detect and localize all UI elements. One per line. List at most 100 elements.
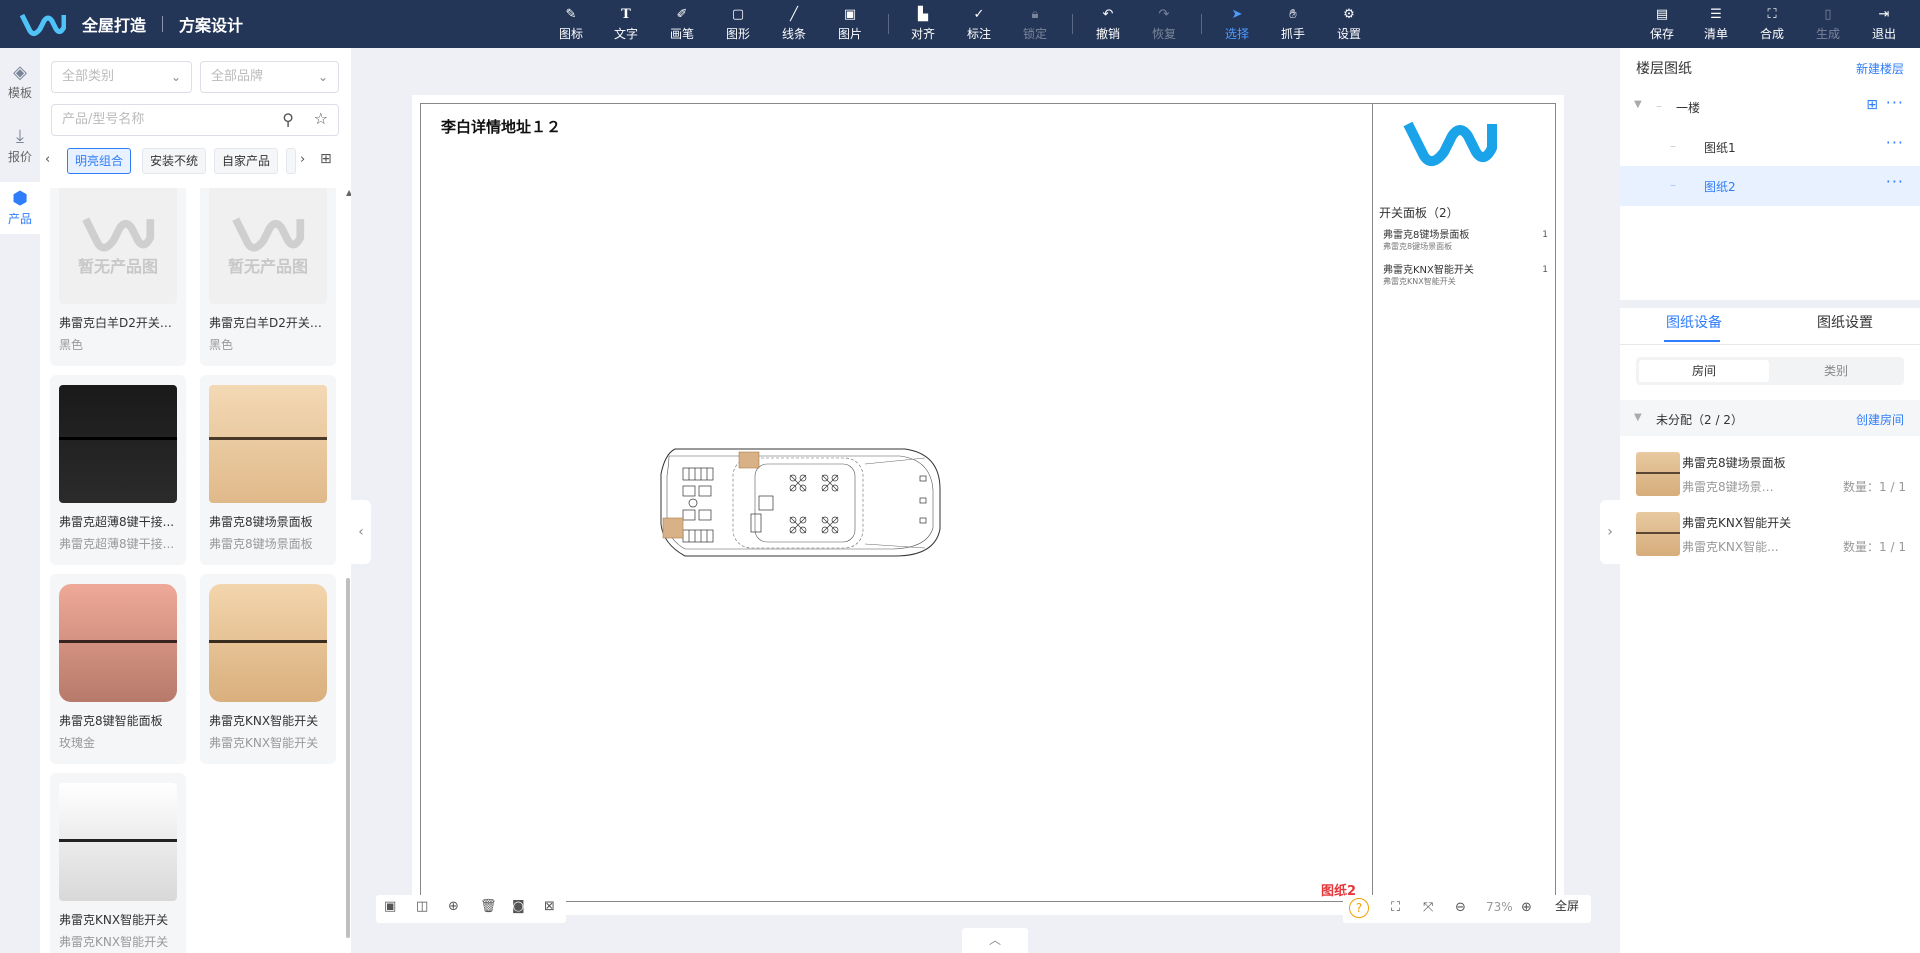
chevron-down-icon: ⌄	[170, 70, 181, 84]
tool-label: 标注	[966, 27, 991, 41]
device-sub: 弗雷克KNX智能...	[1682, 540, 1779, 554]
collapse-right-button[interactable]: ›	[1600, 500, 1620, 564]
product-card[interactable]: 弗雷克超薄8键干接... 弗雷克超薄8键干接...	[50, 375, 186, 565]
tool-shape[interactable]: ▢ 图形	[717, 5, 759, 42]
expand-bottom-button[interactable]: ︿	[962, 928, 1028, 953]
tool-select[interactable]: ➤ 选择	[1216, 5, 1258, 42]
placed-device-marker	[662, 517, 684, 539]
tool-pen[interactable]: ✐ 画笔	[661, 5, 703, 42]
tab-drawing-devices[interactable]: 图纸设备	[1666, 312, 1722, 332]
brand-select[interactable]: 全部品牌 ⌄	[200, 61, 339, 93]
star-icon[interactable]: ☆	[314, 109, 328, 128]
search-icon[interactable]: ⚲	[282, 110, 294, 129]
tool-align[interactable]: ▙ 对齐	[902, 5, 944, 42]
device-item[interactable]: 弗雷克KNX智能开关 弗雷克KNX智能... 数量：1 / 1	[1636, 512, 1906, 562]
segment-room[interactable]: 房间	[1639, 360, 1769, 382]
tool-label: 图片	[837, 27, 862, 41]
tool-redo[interactable]: ↷ 恢复	[1143, 5, 1185, 42]
new-floor-button[interactable]: 新建楼层	[1856, 60, 1904, 77]
product-card[interactable]: 暂无产品图 弗雷克白羊D2开关分... 黑色	[50, 188, 186, 366]
tool-image[interactable]: ▣ 图片	[829, 5, 871, 42]
help-icon[interactable]: ?	[1349, 898, 1369, 918]
tool-line[interactable]: ╱ 线条	[773, 5, 815, 42]
collapse-left-button[interactable]: ‹	[351, 500, 371, 564]
search-input[interactable]: 产品/型号名称 ⚲ ☆	[51, 104, 339, 136]
tree-line-icon: –	[1670, 178, 1676, 192]
lock-icon: 🔒︎	[1031, 7, 1039, 22]
chevron-right-icon[interactable]: ›	[300, 152, 305, 167]
bring-front-icon[interactable]: ▣	[384, 899, 396, 914]
canvas-area[interactable]: ‹ 李白详情地址１２ 开关面板（2） 弗雷克8键场景面板 弗雷克8键场景面板 1…	[351, 48, 1620, 953]
fit-icon[interactable]: ⛶	[1391, 900, 1400, 915]
product-panel: 全部类别 ⌄ 全部品牌 ⌄ 产品/型号名称 ⚲ ☆ ‹ 明亮组合 安装不统 自家产品…	[40, 48, 352, 953]
zoom-in-icon[interactable]: ⊕	[1521, 900, 1532, 915]
ungroup-icon[interactable]: ⊠	[544, 899, 555, 914]
grid-icon[interactable]: ⊞	[320, 151, 332, 167]
product-card[interactable]: 暂无产品图 弗雷克白羊D2开关分... 黑色	[200, 188, 336, 366]
floor-item[interactable]: ▼ – 一楼 ⊞ ···	[1620, 89, 1920, 125]
tag-chip[interactable]	[286, 148, 296, 174]
tool-text[interactable]: T 文字	[605, 5, 647, 42]
tool-icon[interactable]: ✎ 图标	[550, 5, 592, 42]
scrollbar-thumb[interactable]	[346, 578, 350, 938]
fullscreen-button[interactable]: 全屏	[1555, 897, 1579, 914]
chevron-left-icon[interactable]: ‹	[45, 152, 50, 167]
list-button[interactable]: ☰ 清单	[1695, 5, 1737, 42]
duplicate-icon[interactable]: ⊕	[448, 899, 459, 914]
tool-undo[interactable]: ↶ 撤销	[1087, 5, 1129, 42]
exit-button[interactable]: ⇥ 退出	[1863, 5, 1905, 42]
save-button[interactable]: ▤ 保存	[1641, 5, 1683, 42]
left-nav: ◈ 模板 ⤓ 报价 ⬢ 产品	[0, 48, 40, 953]
more-icon[interactable]: ···	[1886, 93, 1904, 112]
caret-down-icon[interactable]: ▼	[1634, 99, 1642, 110]
zoom-level: 73%	[1486, 900, 1513, 914]
product-image	[209, 385, 327, 503]
product-card[interactable]: 弗雷克8键场景面板 弗雷克8键场景面板	[200, 375, 336, 565]
floor-plan-drawing[interactable]	[655, 444, 945, 564]
caret-down-icon[interactable]: ▼	[1634, 412, 1642, 423]
send-back-icon[interactable]: ◫	[416, 899, 428, 914]
tag-chip[interactable]: 自家产品	[214, 148, 279, 174]
summary-item-qty: 1	[1542, 265, 1548, 275]
group-by-toggle: 房间 类别	[1636, 357, 1904, 385]
floor-item[interactable]: – 图纸1 ···	[1620, 129, 1920, 165]
more-icon[interactable]: ···	[1886, 133, 1904, 152]
brand-placeholder: 全部品牌	[211, 69, 264, 84]
drawing-sheet[interactable]: 李白详情地址１２ 开关面板（2） 弗雷克8键场景面板 弗雷克8键场景面板 1 弗…	[412, 95, 1564, 915]
nav-template[interactable]: ◈ 模板	[0, 56, 40, 108]
align-icon: ▙	[918, 7, 928, 22]
group-icon[interactable]: ◙	[512, 899, 525, 914]
unassigned-group[interactable]: ▼ 未分配（2 / 2） 创建房间	[1620, 400, 1920, 436]
device-item[interactable]: 弗雷克8键场景面板 弗雷克8键场景面... 数量：1 / 1	[1636, 452, 1906, 502]
product-name: 弗雷克白羊D2开关分...	[59, 316, 181, 330]
tool-lock[interactable]: 🔒︎ 锁定	[1014, 5, 1056, 42]
add-drawing-icon[interactable]: ⊞	[1866, 97, 1878, 113]
zoom-out-icon[interactable]: ⊖	[1455, 900, 1466, 915]
product-card[interactable]: 弗雷克KNX智能开关 弗雷克KNX智能开关	[200, 574, 336, 764]
list-label: 清单	[1703, 27, 1728, 41]
tool-mark[interactable]: ✓ 标注	[958, 5, 1000, 42]
fit-page-icon[interactable]: ⤧	[1423, 900, 1433, 915]
tree-line-icon: –	[1656, 99, 1662, 113]
floor-item-active[interactable]: – 图纸2 ···	[1620, 166, 1920, 206]
product-card[interactable]: 弗雷克KNX智能开关 弗雷克KNX智能开关	[50, 773, 186, 953]
tag-chip[interactable]: 明亮组合	[67, 148, 132, 174]
generate-button[interactable]: ▯ 生成	[1807, 5, 1849, 42]
undo-icon: ↶	[1102, 7, 1114, 22]
tab-drawing-settings[interactable]: 图纸设置	[1817, 312, 1873, 332]
create-room-button[interactable]: 创建房间	[1856, 411, 1904, 428]
tool-label: 图标	[558, 27, 583, 41]
tool-grab[interactable]: ✋︎ 抓手	[1272, 5, 1314, 42]
tool-settings[interactable]: ⚙ 设置	[1328, 5, 1370, 42]
more-icon[interactable]: ···	[1886, 172, 1904, 191]
text-icon: T	[621, 7, 631, 22]
delete-icon[interactable]: 🗑︎	[480, 899, 497, 914]
nav-quote[interactable]: ⤓ 报价	[0, 120, 40, 172]
segment-category[interactable]: 类别	[1771, 360, 1901, 382]
compose-button[interactable]: ⛶ 合成	[1751, 5, 1793, 42]
product-card[interactable]: 弗雷克8键智能面板 玫瑰金	[50, 574, 186, 764]
category-select[interactable]: 全部类别 ⌄	[51, 61, 192, 93]
tag-chip[interactable]: 安装不统	[142, 148, 207, 174]
nav-product[interactable]: ⬢ 产品	[0, 182, 40, 234]
image-icon: ▣	[843, 7, 857, 22]
